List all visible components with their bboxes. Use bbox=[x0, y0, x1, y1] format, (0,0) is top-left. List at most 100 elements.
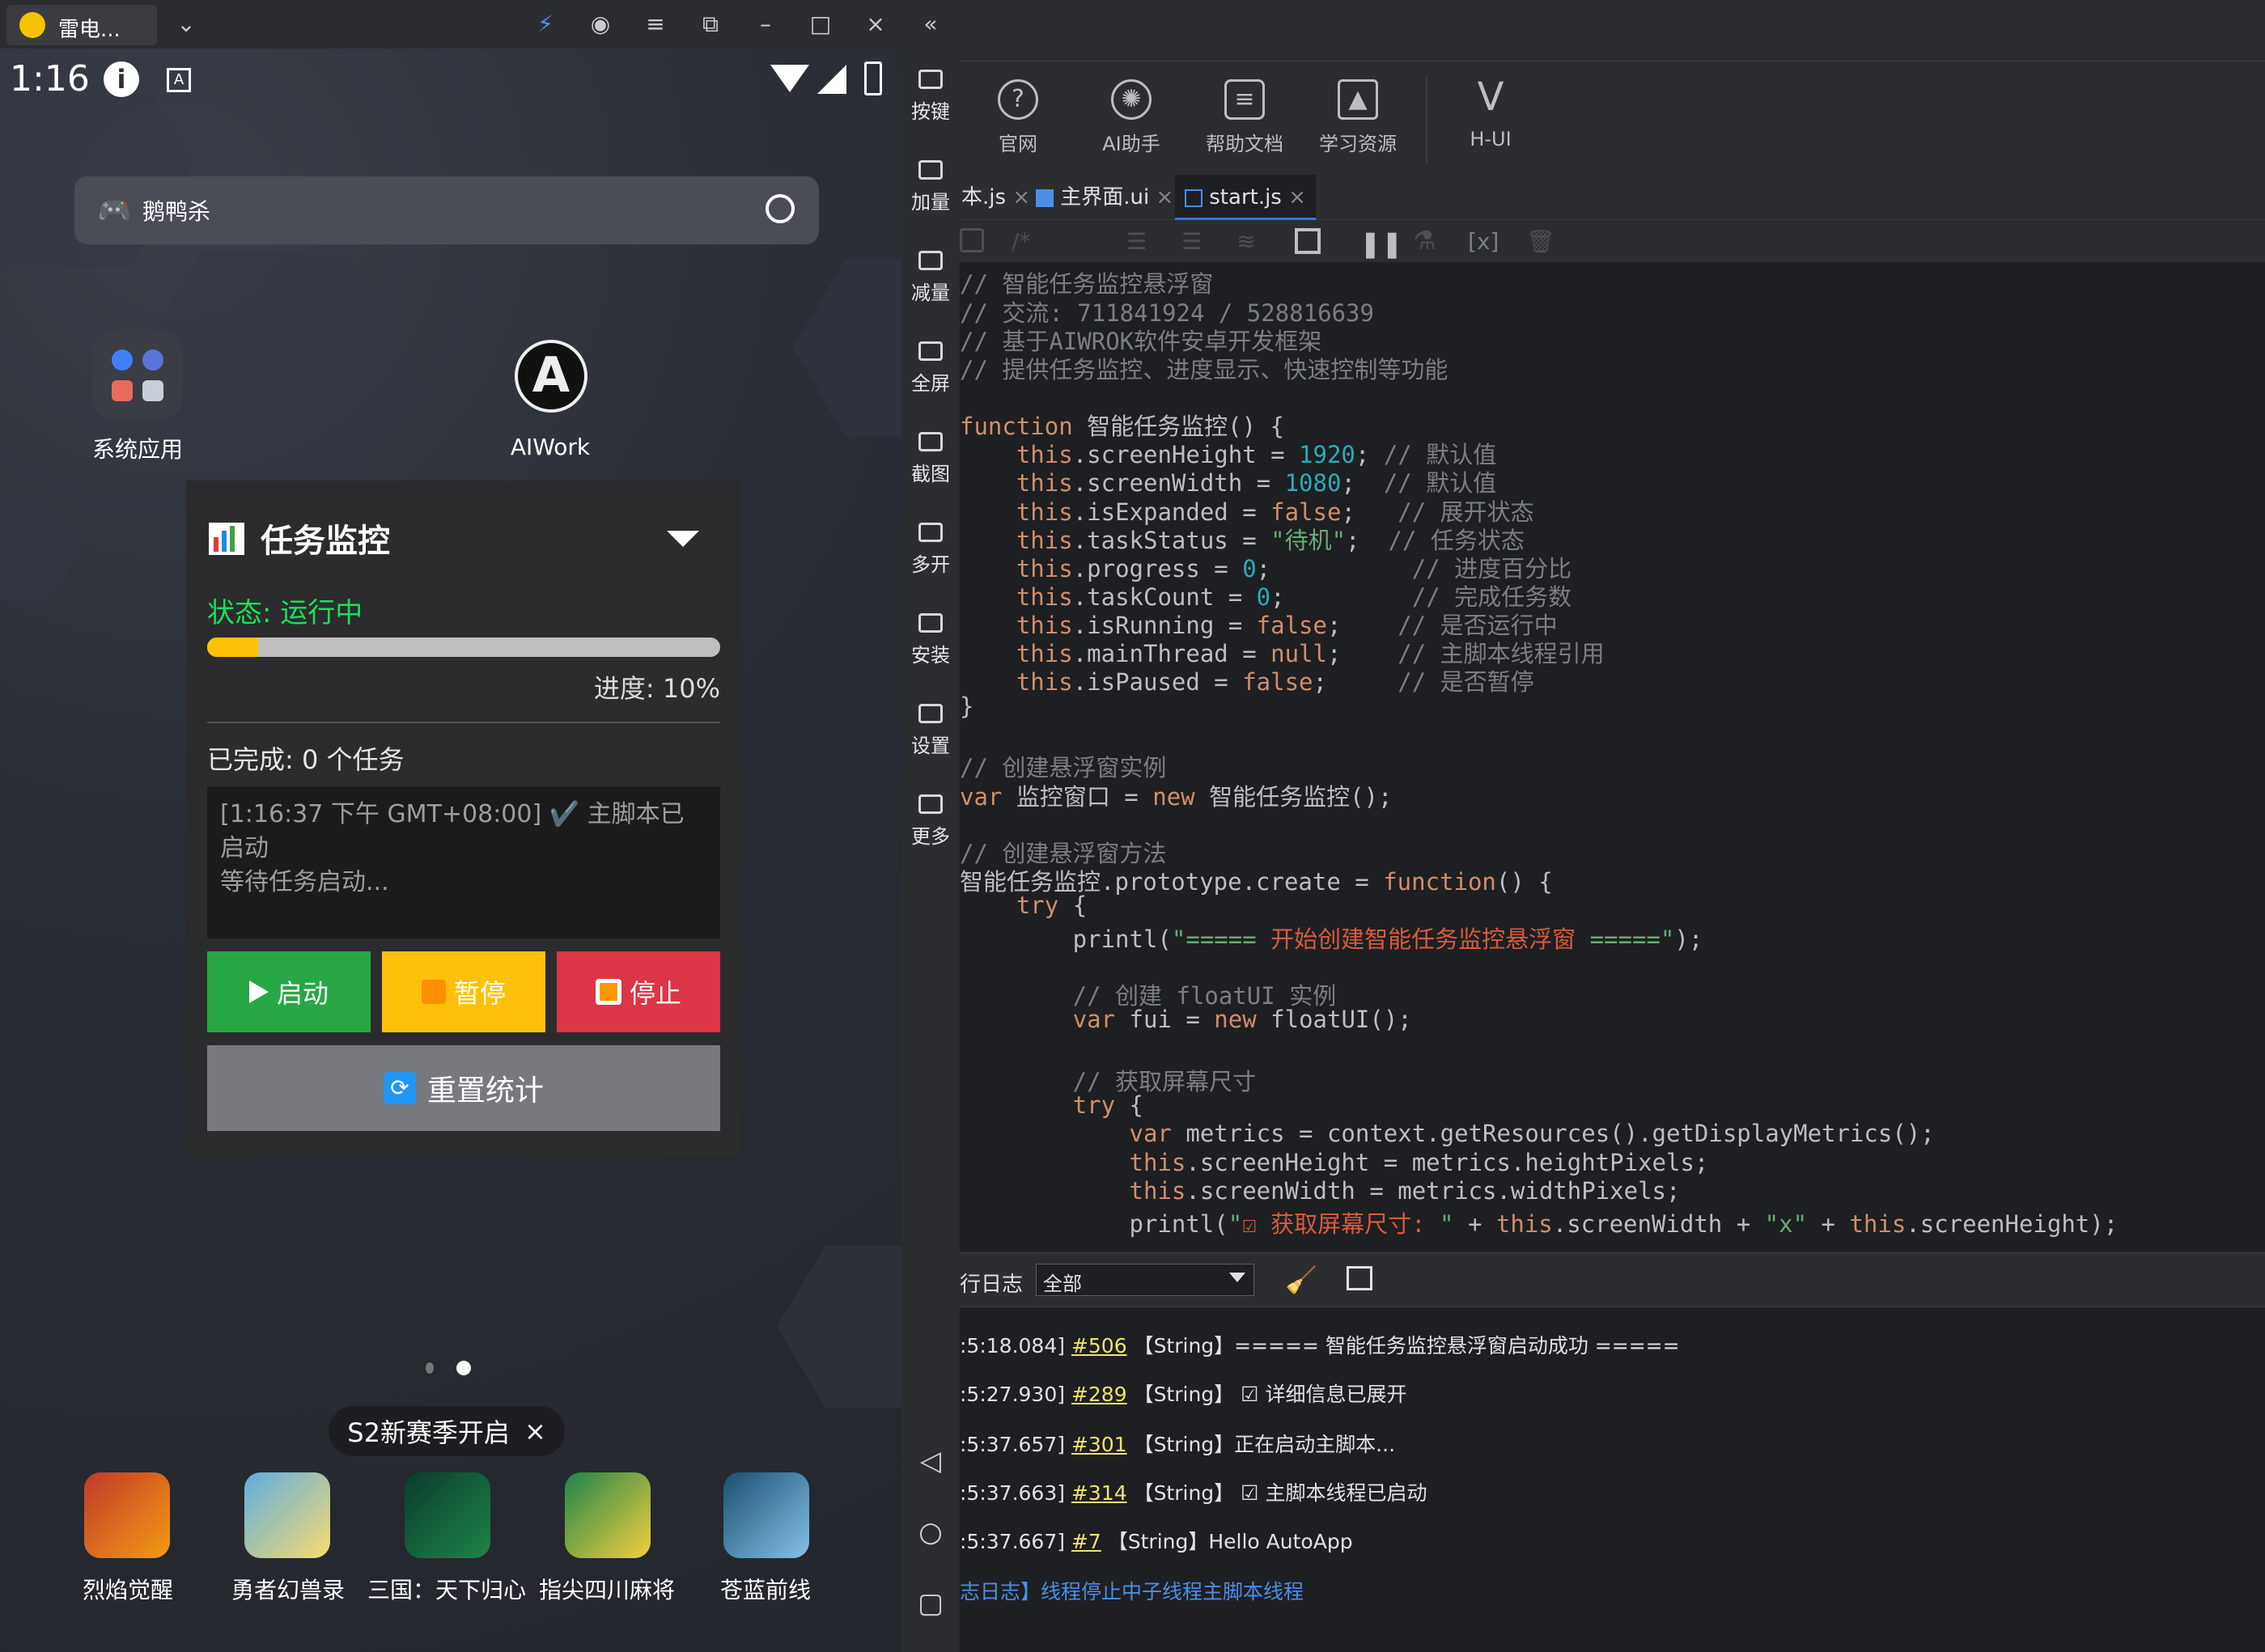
gallery-app-icon bbox=[112, 380, 133, 401]
sidebar-volume-down[interactable]: 减量 bbox=[901, 238, 960, 327]
minimize-icon[interactable]: – bbox=[749, 8, 782, 40]
ui-file-icon bbox=[1036, 188, 1054, 207]
multi-instance-icon bbox=[918, 523, 943, 542]
undo-icon[interactable] bbox=[960, 228, 984, 252]
close-icon[interactable]: × bbox=[524, 1416, 546, 1447]
indent-icon[interactable]: ☰ bbox=[1126, 228, 1147, 255]
close-icon[interactable]: × bbox=[859, 8, 892, 40]
reset-stats-button[interactable]: ⟳ 重置统计 bbox=[207, 1045, 720, 1131]
toolbar-hui[interactable]: V H-UI bbox=[1442, 78, 1539, 150]
maximize-icon[interactable]: □ bbox=[804, 8, 837, 40]
back-icon[interactable]: ◁ bbox=[916, 1447, 945, 1476]
recents-icon[interactable]: ▢ bbox=[916, 1589, 945, 1618]
volume-up-icon bbox=[918, 160, 943, 180]
code-editor[interactable]: // 智能任务监控悬浮窗 // 交流: 711841924 / 52881663… bbox=[960, 262, 2265, 1241]
monitor-title: 任务监控 bbox=[261, 523, 390, 560]
start-button[interactable]: 启动 bbox=[207, 951, 371, 1032]
game-icon[interactable] bbox=[244, 1472, 330, 1558]
log-line: :5:37.667] #7 【String】Hello AutoApp bbox=[960, 1530, 1353, 1553]
image-export-icon[interactable] bbox=[1347, 1266, 1372, 1290]
game-icon[interactable] bbox=[565, 1472, 651, 1558]
pause-bars-icon[interactable]: ❚❚ bbox=[1359, 228, 1403, 259]
scissors-icon bbox=[918, 432, 943, 451]
toolbar-docs[interactable]: ≡ 帮助文档 bbox=[1196, 79, 1293, 156]
system-apps-folder[interactable] bbox=[92, 330, 183, 421]
sidebar-screenshot[interactable]: 截图 bbox=[901, 419, 960, 508]
graduation-cap-icon: ▲ bbox=[1338, 79, 1378, 120]
log-line: :5:18.084] #506 【String】===== 智能任务监控悬浮窗启… bbox=[960, 1334, 1680, 1358]
ide-top-strip bbox=[960, 0, 2265, 61]
log-line: :5:27.930] #289 【String】 ☑ 详细信息已展开 bbox=[960, 1383, 1407, 1406]
format-icon[interactable]: ≋ bbox=[1236, 228, 1255, 255]
toolbar-ai[interactable]: ✺ AI助手 bbox=[1083, 79, 1180, 156]
status-time: 1:16 bbox=[10, 58, 90, 100]
chevron-down-icon[interactable]: ⌄ bbox=[170, 8, 202, 40]
tab-start-js[interactable]: start.js × bbox=[1175, 175, 1316, 220]
sidebar-settings[interactable]: 设置 bbox=[901, 691, 960, 780]
sidebar-fullscreen[interactable]: 全屏 bbox=[901, 328, 960, 417]
toolbar-separator bbox=[1426, 74, 1427, 163]
tab-main-ui[interactable]: 主界面.ui × bbox=[1026, 175, 1183, 220]
close-icon[interactable]: × bbox=[1288, 185, 1306, 210]
stop-button[interactable]: 停止 bbox=[557, 951, 720, 1032]
monitor-log: [1:16:37 下午 GMT+08:00] ✔️ 主脚本已启动 等待任务启动.… bbox=[207, 786, 720, 938]
user-icon[interactable]: ◉ bbox=[584, 8, 617, 40]
monitor-log-line: 等待任务启动... bbox=[220, 868, 389, 896]
stop-square-icon[interactable] bbox=[1295, 228, 1321, 254]
popout-icon[interactable]: ⧉ bbox=[694, 8, 727, 40]
app-label-aiwork: AIWork bbox=[510, 434, 591, 460]
sidebar-keymap[interactable]: 按键 bbox=[901, 57, 960, 146]
game-icon[interactable] bbox=[405, 1472, 490, 1558]
search-text: 鹅鸭杀 bbox=[142, 198, 211, 225]
progress-bar bbox=[207, 638, 720, 657]
emulator-tab[interactable]: 雷电... bbox=[6, 5, 157, 45]
home-icon[interactable]: ○ bbox=[916, 1518, 945, 1547]
game-icon[interactable] bbox=[84, 1472, 170, 1558]
browser-app-icon bbox=[142, 349, 163, 371]
aiwork-app-icon[interactable]: A bbox=[515, 340, 587, 413]
game-label: 指尖四川麻将 bbox=[538, 1577, 675, 1603]
sidebar-more[interactable]: 更多 bbox=[901, 782, 960, 870]
stop-button-label: 停止 bbox=[629, 978, 681, 1009]
pause-button-label: 暂停 bbox=[453, 978, 506, 1009]
pause-icon bbox=[421, 980, 446, 1004]
search-icon[interactable] bbox=[766, 194, 795, 223]
comment-icon[interactable]: /* bbox=[1012, 228, 1030, 255]
ai-icon: ✺ bbox=[1111, 79, 1152, 120]
menu-icon[interactable]: ≡ bbox=[639, 8, 672, 40]
game-icon[interactable] bbox=[723, 1472, 809, 1558]
sidebar-install[interactable]: 安装 bbox=[901, 600, 960, 689]
more-icon bbox=[918, 794, 943, 814]
close-icon[interactable]: × bbox=[1156, 185, 1174, 210]
sidebar-multi[interactable]: 多开 bbox=[901, 510, 960, 599]
collapse-triangle-icon[interactable] bbox=[667, 531, 699, 547]
outdent-icon[interactable]: ☰ bbox=[1181, 228, 1202, 255]
ldplayer-logo-icon bbox=[19, 12, 45, 38]
clear-x-icon[interactable]: [x] bbox=[1468, 228, 1499, 255]
trash-icon[interactable]: 🗑 bbox=[1526, 228, 1555, 255]
game-label: 烈焰觉醒 bbox=[82, 1577, 173, 1603]
progress-text: 进度: 10% bbox=[593, 673, 720, 704]
log-filter-select[interactable]: 全部 bbox=[1036, 1264, 1254, 1296]
page-dot-active bbox=[456, 1361, 471, 1375]
game-label: 勇者幻兽录 bbox=[231, 1577, 345, 1603]
collapse-icon[interactable]: « bbox=[914, 8, 947, 40]
app-label-system: 系统应用 bbox=[91, 436, 183, 463]
js-file-icon bbox=[1185, 188, 1202, 207]
pause-button[interactable]: 暂停 bbox=[382, 951, 545, 1032]
stop-icon bbox=[595, 979, 621, 1005]
editor-actionbar: /* ☰ ☰ ≋ ❚❚ ⚗ [x] 🗑 bbox=[960, 220, 2265, 262]
toolbar-learning[interactable]: ▲ 学习资源 bbox=[1309, 79, 1406, 156]
done-count: 已完成: 0 个任务 bbox=[207, 744, 405, 775]
game-label: 三国：天下归心 bbox=[367, 1577, 526, 1603]
lightning-icon[interactable]: ⚡ bbox=[529, 8, 562, 40]
broom-icon[interactable]: 🧹 bbox=[1285, 1264, 1317, 1295]
volume-down-icon bbox=[918, 251, 943, 270]
monitor-status: 状态: 运行中 bbox=[207, 597, 363, 629]
season-banner[interactable]: S2新赛季开启 × bbox=[329, 1406, 565, 1456]
flask-icon[interactable]: ⚗ bbox=[1413, 225, 1436, 256]
refresh-icon: ⟳ bbox=[383, 1072, 416, 1104]
monitor-log-line: [1:16:37 下午 GMT+08:00] ✔️ 主脚本已启动 bbox=[220, 800, 685, 862]
emulator-tab-title: 雷电... bbox=[58, 18, 121, 42]
toolbar-website[interactable]: ? 官网 bbox=[969, 79, 1067, 156]
